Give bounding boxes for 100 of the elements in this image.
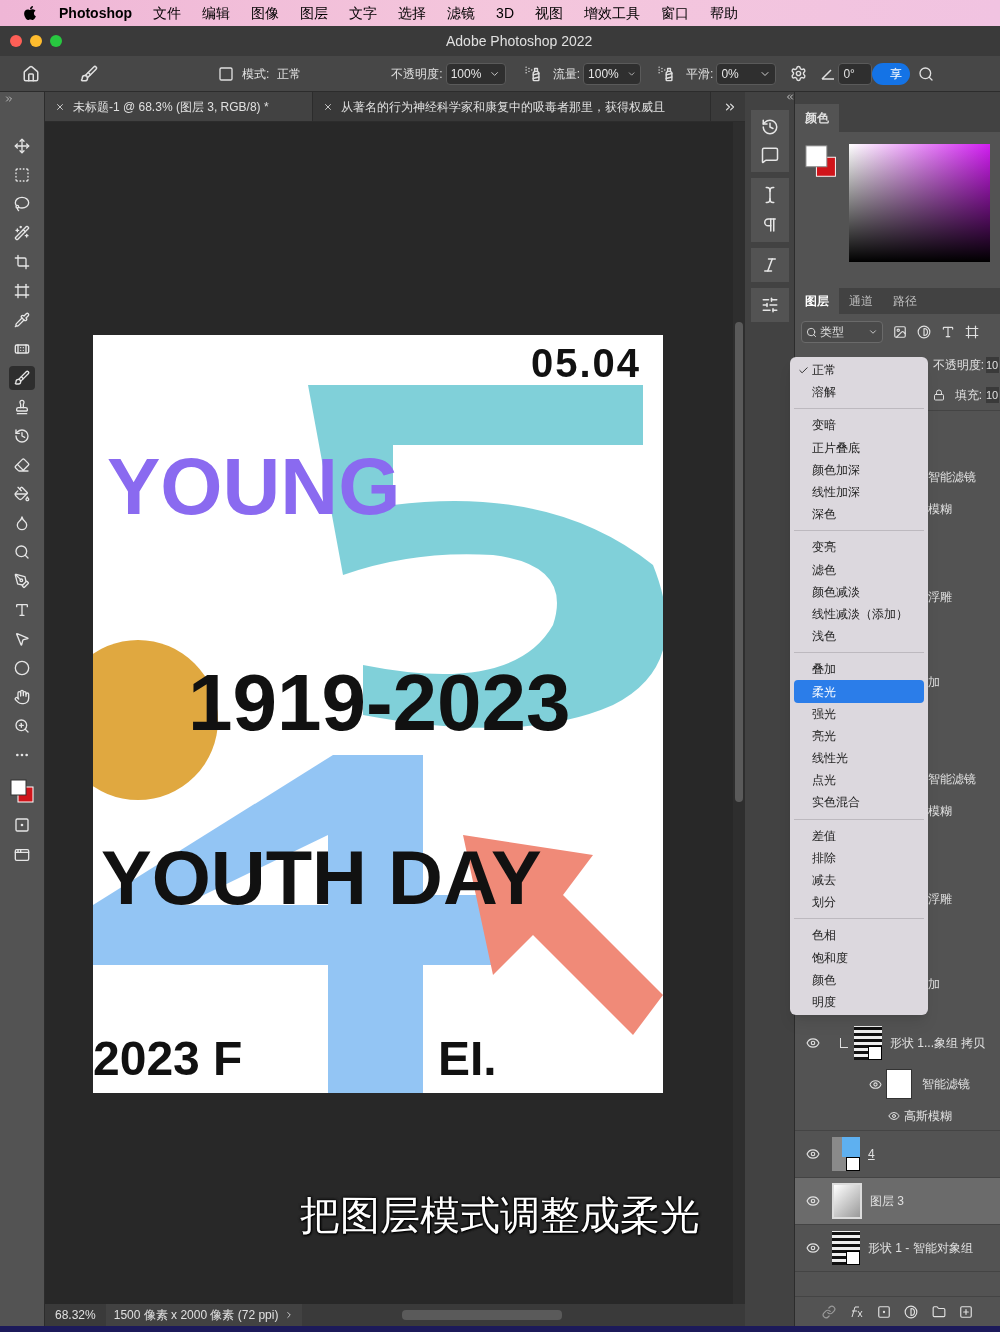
settings-icon[interactable] <box>790 65 808 82</box>
pressure-icon[interactable] <box>523 65 541 82</box>
comment-icon[interactable] <box>760 146 779 164</box>
home-icon[interactable] <box>22 64 40 83</box>
screen-mode-icon[interactable] <box>14 847 30 863</box>
smoothing-field[interactable]: 0% <box>716 62 777 85</box>
menu-item[interactable]: 文字 <box>349 2 378 24</box>
shape-filter-icon[interactable] <box>965 325 979 339</box>
new-layer-icon[interactable] <box>959 1304 974 1319</box>
menu-item[interactable]: 编辑 <box>202 2 231 24</box>
menu-item[interactable]: 颜色加深 <box>794 458 924 481</box>
color-swatches-icon[interactable] <box>805 144 838 180</box>
menu-item[interactable]: 文件 <box>153 2 182 24</box>
opacity-field[interactable]: 100% <box>445 62 506 85</box>
folder-icon[interactable] <box>931 1304 946 1319</box>
menu-item[interactable]: 正片叠底 <box>794 436 924 459</box>
menu-item[interactable]: 变亮 <box>794 536 924 559</box>
history-icon[interactable] <box>760 118 779 136</box>
menu-item[interactable]: 明度 <box>794 990 924 1014</box>
panel-tab[interactable]: 通道 <box>839 288 883 314</box>
menu-item[interactable]: 视图 <box>535 2 563 24</box>
visibility-icon[interactable] <box>888 1110 900 1122</box>
brush-preset-icon[interactable] <box>80 64 98 83</box>
menu-item[interactable]: 色相 <box>794 924 924 947</box>
menu-item[interactable]: 柔光 <box>794 680 924 703</box>
document-tab[interactable]: 未标题-1 @ 68.3% (图层 3, RGB/8) * <box>45 92 313 121</box>
menu-item[interactable]: 窗口 <box>661 2 689 24</box>
menu-item[interactable]: 线性光 <box>794 747 924 770</box>
color-picker-field[interactable] <box>849 144 990 262</box>
menu-item[interactable]: 溶解 <box>794 381 924 404</box>
color-swatches-icon[interactable] <box>10 779 34 803</box>
visibility-icon[interactable] <box>869 1077 882 1091</box>
visibility-icon[interactable] <box>806 1194 820 1208</box>
collapse-icon[interactable] <box>785 92 795 102</box>
panel-tab[interactable]: 路径 <box>883 288 927 314</box>
adjustments-icon[interactable] <box>760 296 779 314</box>
menu-item[interactable]: 线性加深 <box>794 480 924 504</box>
effects-icon[interactable] <box>849 1305 864 1318</box>
visibility-icon[interactable] <box>806 1241 820 1255</box>
brush-tool[interactable] <box>9 366 35 390</box>
menu-item[interactable]: 差值 <box>794 824 924 847</box>
zoom-window-button[interactable] <box>50 35 62 47</box>
app-menu[interactable]: Photoshop <box>59 2 133 24</box>
fill-field[interactable]: 10 <box>986 386 999 404</box>
menu-item[interactable]: 3D <box>496 2 514 24</box>
menu-item[interactable]: 划分 <box>794 891 924 914</box>
layer-row[interactable]: 4 <box>795 1131 1000 1177</box>
panel-tab[interactable]: 颜色 <box>795 104 839 132</box>
menu-item[interactable]: 变暗 <box>794 414 924 437</box>
menu-item[interactable]: 饱和度 <box>794 946 924 969</box>
brush-panel-icon[interactable] <box>218 65 234 82</box>
mode-value[interactable]: 正常 <box>277 64 388 83</box>
menu-item[interactable]: 深色 <box>794 503 924 526</box>
menu-item[interactable]: 实色混合 <box>794 791 924 814</box>
close-icon[interactable] <box>323 101 333 112</box>
menu-item[interactable]: 图像 <box>251 2 280 24</box>
apple-icon[interactable] <box>22 5 38 21</box>
document-info[interactable]: 1500 像素 x 2000 像素 (72 ppi) <box>105 1304 303 1326</box>
search-icon[interactable] <box>918 65 935 82</box>
menu-item[interactable]: 颜色减淡 <box>794 580 924 603</box>
menu-item[interactable]: 线性减淡（添加） <box>794 602 924 626</box>
link-icon[interactable] <box>821 1304 836 1319</box>
layer-row[interactable]: 图层 3 <box>795 1178 1000 1224</box>
layer-filter-dropdown[interactable]: 类型 <box>801 321 883 343</box>
menu-item[interactable]: 正常 <box>794 359 924 382</box>
type-filter-icon[interactable] <box>941 325 955 339</box>
menu-item[interactable]: 滤色 <box>794 558 924 581</box>
visibility-icon[interactable] <box>806 1036 820 1050</box>
opacity-field[interactable]: 10 <box>986 356 999 374</box>
menu-item[interactable]: 亮光 <box>794 724 924 747</box>
menu-item[interactable]: 减去 <box>794 868 924 892</box>
lock-icon[interactable] <box>932 389 945 401</box>
scroll-bar[interactable] <box>733 122 745 1304</box>
horizontal-scroll-bar[interactable] <box>402 1310 563 1320</box>
airbrush-icon[interactable] <box>657 65 675 82</box>
menu-item[interactable]: 强光 <box>794 702 924 725</box>
close-window-button[interactable] <box>10 35 22 47</box>
menu-item[interactable]: 选择 <box>398 2 427 24</box>
quick-mask-icon[interactable] <box>14 817 30 833</box>
flow-field[interactable]: 100% <box>583 62 642 85</box>
close-icon[interactable] <box>55 101 65 112</box>
minimize-window-button[interactable] <box>30 35 42 47</box>
menu-item[interactable]: 叠加 <box>794 658 924 681</box>
share-button[interactable]: 享 <box>872 62 911 85</box>
menu-item[interactable]: 点光 <box>794 769 924 792</box>
menu-item[interactable]: 滤镜 <box>447 2 476 24</box>
menu-item[interactable]: 浅色 <box>794 625 924 648</box>
angle-field[interactable]: 0° <box>838 62 873 85</box>
image-filter-icon[interactable] <box>893 325 907 339</box>
adjustment-layer-icon[interactable] <box>904 1304 919 1319</box>
menu-item[interactable]: 颜色 <box>794 968 924 991</box>
menu-item[interactable]: 增效工具 <box>584 2 640 24</box>
layer-row[interactable]: 形状 1 - 智能对象组 <box>795 1225 1000 1271</box>
panel-tab[interactable]: 图层 <box>795 288 839 314</box>
mask-icon[interactable] <box>876 1304 891 1319</box>
visibility-icon[interactable] <box>806 1147 820 1161</box>
menu-item[interactable]: 排除 <box>794 846 924 869</box>
menu-item[interactable]: 图层 <box>300 2 329 24</box>
menu-item[interactable]: 帮助 <box>710 2 738 24</box>
layer-row[interactable]: 形状 1...象组 拷贝 <box>795 1020 1000 1066</box>
